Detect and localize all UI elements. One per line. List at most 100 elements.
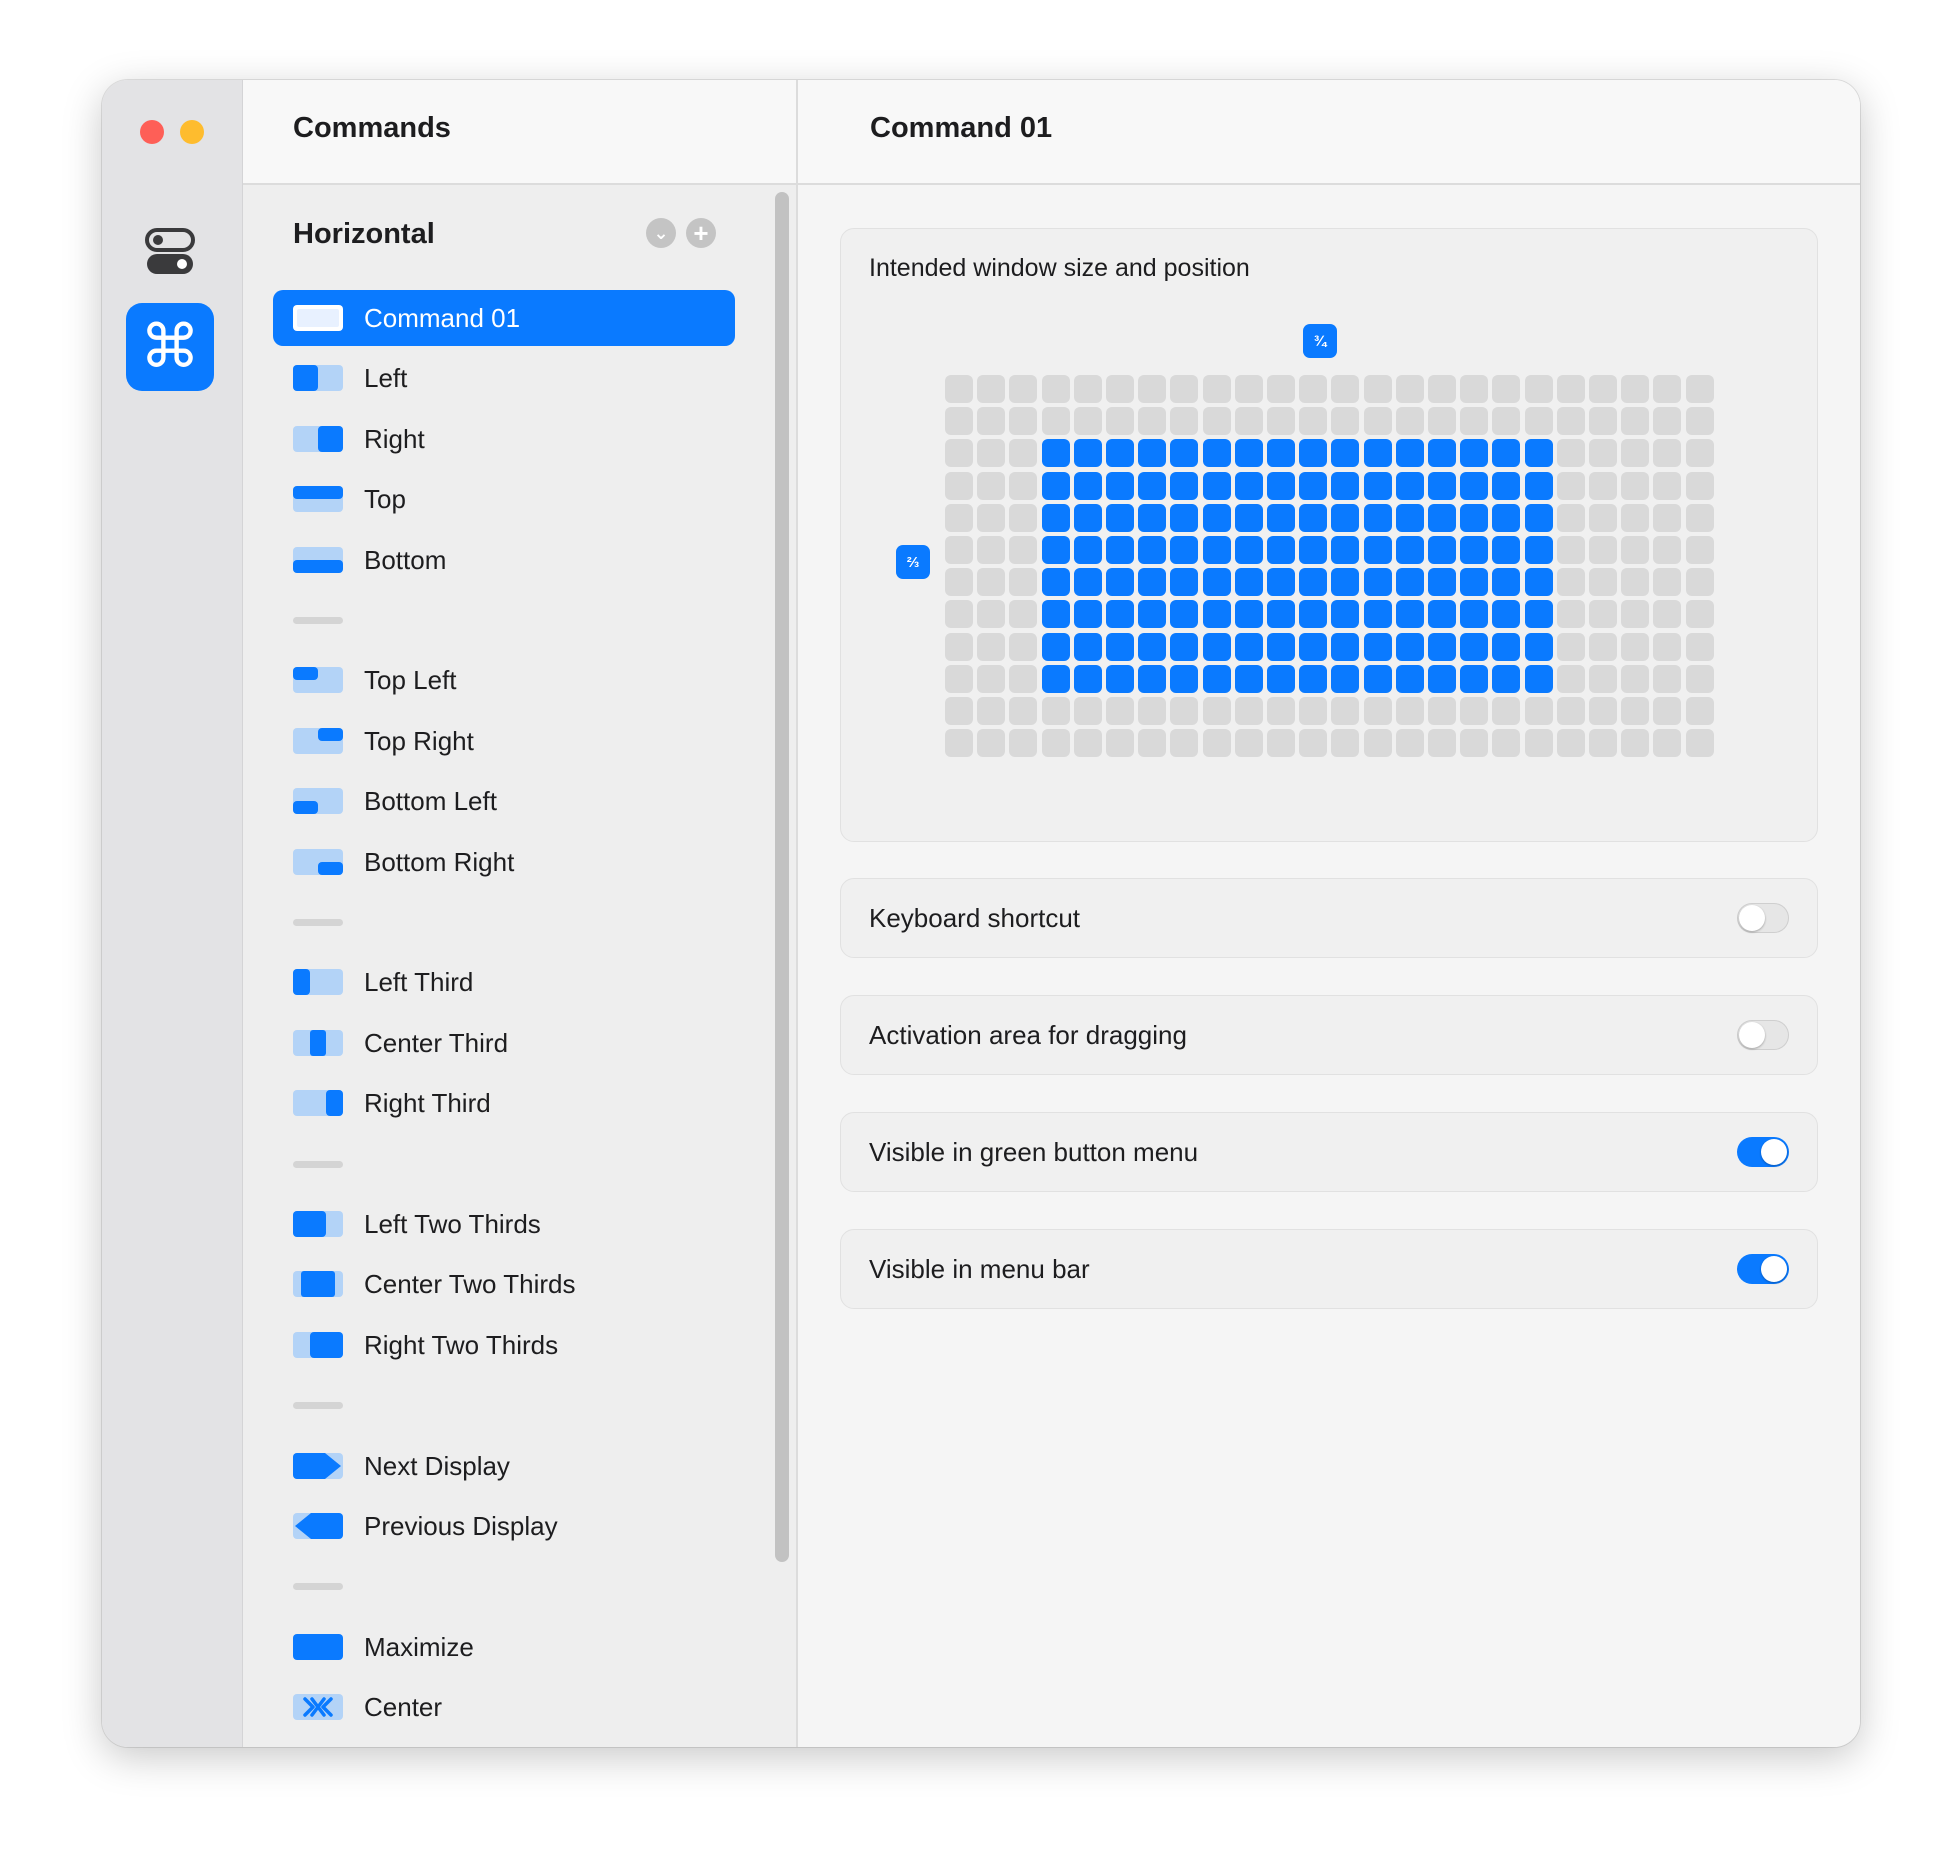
grid-cell[interactable] [1138, 697, 1167, 725]
grid-cell[interactable] [1653, 632, 1682, 661]
grid-cell[interactable] [1234, 697, 1263, 725]
grid-cell-selected[interactable] [1363, 471, 1392, 500]
grid-cell[interactable] [1009, 536, 1038, 564]
grid-cell-selected[interactable] [1041, 568, 1070, 597]
command-item[interactable]: Right [273, 411, 735, 467]
grid-cell[interactable] [1395, 407, 1424, 436]
grid-cell-selected[interactable] [1299, 632, 1328, 661]
command-item[interactable]: Previous Display [273, 1498, 735, 1554]
grid-cell[interactable] [1653, 439, 1682, 468]
grid-cell-selected[interactable] [1331, 664, 1360, 693]
grid-cell[interactable] [945, 729, 973, 758]
grid-cell-selected[interactable] [1428, 664, 1456, 693]
grid-cell-selected[interactable] [1331, 632, 1360, 661]
grid-cell-selected[interactable] [1106, 471, 1134, 500]
grid-cell[interactable] [1589, 471, 1617, 500]
grid-cell-selected[interactable] [1138, 503, 1167, 532]
grid-cell-selected[interactable] [1492, 471, 1521, 500]
command-item[interactable]: Bottom Right [273, 834, 735, 890]
grid-cell[interactable] [1621, 503, 1650, 532]
grid-cell-selected[interactable] [1299, 600, 1328, 629]
grid-cell[interactable] [945, 471, 973, 500]
grid-cell[interactable] [1621, 536, 1650, 564]
grid-cell[interactable] [1653, 568, 1682, 597]
grid-cell-selected[interactable] [1395, 503, 1424, 532]
grid-cell-selected[interactable] [1073, 568, 1102, 597]
grid-cell-selected[interactable] [1202, 632, 1231, 661]
grid-cell[interactable] [1073, 697, 1102, 725]
commands-tab-button[interactable]: ⌘ [126, 303, 214, 391]
grid-cell[interactable] [945, 632, 973, 661]
grid-cell-selected[interactable] [1234, 439, 1263, 468]
grid-cell[interactable] [1202, 375, 1231, 403]
grid-cell[interactable] [1589, 375, 1617, 403]
grid-cell-selected[interactable] [1492, 536, 1521, 564]
grid-cell[interactable] [1492, 375, 1521, 403]
grid-cell[interactable] [1428, 375, 1456, 403]
grid-cell[interactable] [1556, 407, 1585, 436]
grid-cell-selected[interactable] [1267, 471, 1295, 500]
grid-cell-selected[interactable] [1395, 600, 1424, 629]
grid-cell[interactable] [977, 600, 1006, 629]
grid-cell[interactable] [977, 729, 1006, 758]
grid-cell-selected[interactable] [1073, 664, 1102, 693]
setting-toggle[interactable] [1737, 903, 1789, 933]
command-item[interactable]: Top [273, 471, 735, 527]
grid-cell-selected[interactable] [1395, 632, 1424, 661]
grid-cell[interactable] [945, 536, 973, 564]
setting-toggle[interactable] [1737, 1020, 1789, 1050]
grid-cell[interactable] [1041, 375, 1070, 403]
grid-cell-selected[interactable] [1170, 439, 1199, 468]
grid-cell-selected[interactable] [1395, 471, 1424, 500]
grid-cell[interactable] [945, 407, 973, 436]
grid-cell[interactable] [1009, 568, 1038, 597]
grid-cell-selected[interactable] [1234, 471, 1263, 500]
grid-cell[interactable] [945, 697, 973, 725]
grid-cell-selected[interactable] [1106, 439, 1134, 468]
command-item[interactable]: Bottom [273, 532, 735, 588]
grid-cell-selected[interactable] [1492, 503, 1521, 532]
grid-cell[interactable] [1428, 729, 1456, 758]
grid-cell-selected[interactable] [1428, 568, 1456, 597]
grid-cell[interactable] [1009, 729, 1038, 758]
grid-cell[interactable] [1621, 568, 1650, 597]
grid-cell-selected[interactable] [1395, 664, 1424, 693]
grid-cell[interactable] [1621, 439, 1650, 468]
grid-cell[interactable] [1556, 439, 1585, 468]
grid-cell[interactable] [1556, 375, 1585, 403]
grid-cell[interactable] [1685, 697, 1714, 725]
grid-cell-selected[interactable] [1460, 503, 1489, 532]
grid-cell-selected[interactable] [1363, 632, 1392, 661]
grid-cell[interactable] [1621, 375, 1650, 403]
command-item[interactable]: Left Two Thirds [273, 1196, 735, 1252]
grid-cell[interactable] [1331, 407, 1360, 436]
grid-cell[interactable] [1073, 375, 1102, 403]
grid-cell[interactable] [1524, 407, 1553, 436]
grid-cell[interactable] [1299, 407, 1328, 436]
grid-cell[interactable] [1589, 600, 1617, 629]
grid-cell[interactable] [1073, 407, 1102, 436]
grid-cell-selected[interactable] [1073, 632, 1102, 661]
grid-cell[interactable] [1589, 407, 1617, 436]
grid-cell[interactable] [1106, 375, 1134, 403]
grid-cell[interactable] [1395, 375, 1424, 403]
grid-cell[interactable] [1524, 375, 1553, 403]
grid-cell[interactable] [1170, 407, 1199, 436]
grid-cell-selected[interactable] [1234, 632, 1263, 661]
grid-cell[interactable] [1009, 407, 1038, 436]
grid-cell-selected[interactable] [1267, 632, 1295, 661]
grid-cell-selected[interactable] [1331, 536, 1360, 564]
grid-cell-selected[interactable] [1041, 503, 1070, 532]
grid-cell-selected[interactable] [1170, 568, 1199, 597]
grid-cell[interactable] [1267, 375, 1295, 403]
grid-cell[interactable] [1267, 729, 1295, 758]
grid-cell[interactable] [1556, 471, 1585, 500]
grid-cell[interactable] [1492, 407, 1521, 436]
grid-cell[interactable] [1363, 729, 1392, 758]
command-item[interactable]: Right Two Thirds [273, 1317, 735, 1373]
grid-cell[interactable] [1685, 568, 1714, 597]
grid-cell-selected[interactable] [1524, 439, 1553, 468]
collapse-group-button[interactable]: ⌄ [646, 218, 676, 248]
grid-cell[interactable] [1009, 664, 1038, 693]
grid-cell[interactable] [1138, 729, 1167, 758]
